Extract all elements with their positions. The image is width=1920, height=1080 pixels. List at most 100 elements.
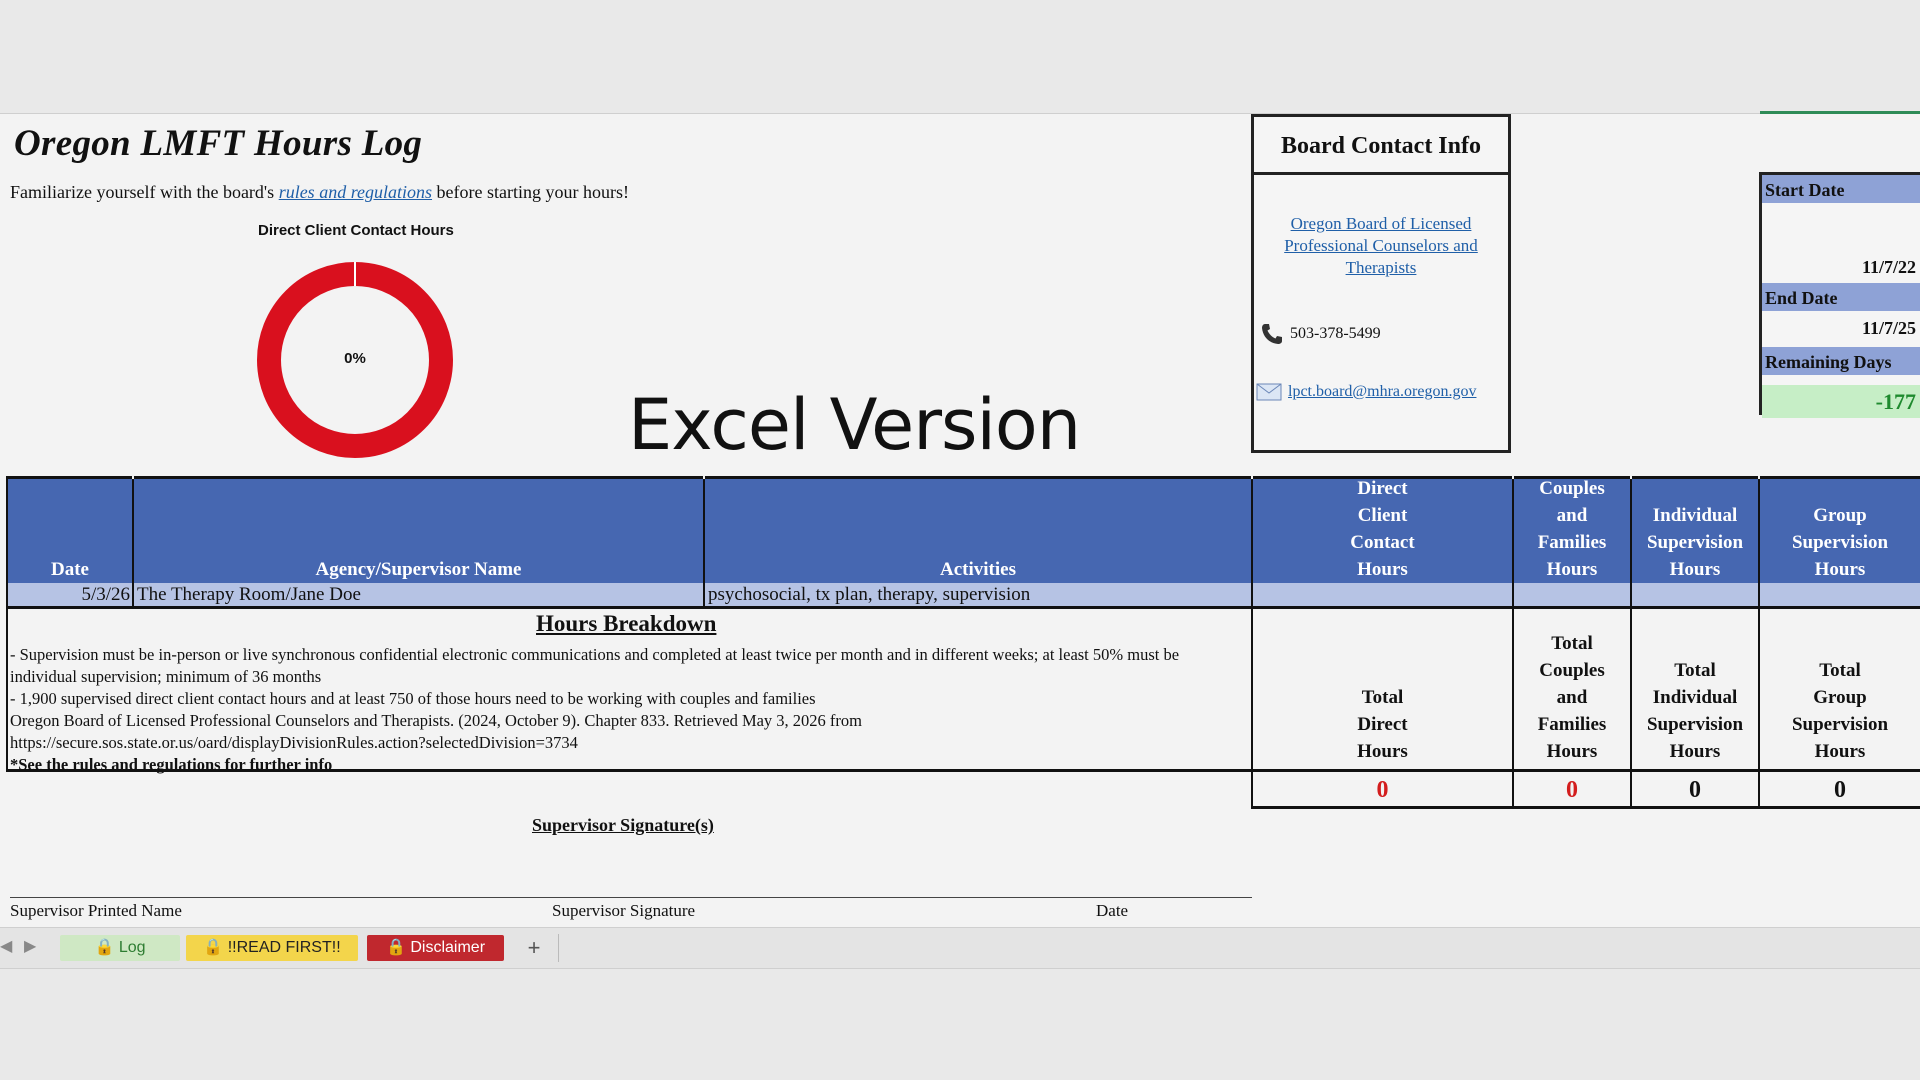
progress-donut-chart: 0% [257,262,453,458]
row-date[interactable]: 5/3/26 [8,583,130,606]
header-group-line: Hours [1814,559,1866,580]
prev-sheet-icon[interactable]: ◀ [0,936,12,956]
header-direct-line: Contact [1350,532,1415,553]
row-individual-hours[interactable] [1632,583,1758,606]
row-group-hours[interactable] [1760,583,1920,606]
header-agency-label: Agency/Supervisor Name [315,559,522,580]
next-sheet-icon[interactable]: ▶ [24,936,36,956]
date-summary-box: Start Date 11/7/22 End Date 11/7/25 Rema… [1759,172,1920,418]
envelope-icon [1256,383,1282,401]
row-couples-hours[interactable] [1514,583,1630,606]
total-individual-line: Total [1674,660,1716,681]
total-group-line: Hours [1814,741,1866,762]
chart-title: Direct Client Contact Hours [258,222,454,239]
grid-border [6,476,8,609]
tab-label: !!READ FIRST!! [227,939,341,956]
lock-icon: 🔒 [203,939,224,956]
total-individual-value: 0 [1689,777,1701,803]
total-individual-label: Total Individual Supervision Hours [1632,609,1758,769]
header-group-line: Supervision [1791,532,1889,553]
lock-icon: 🔒 [94,939,115,956]
header-individual-line: Individual [1652,505,1738,526]
total-group-line: Group [1813,687,1867,708]
header-couples-hours: Couples and Families Hours [1514,476,1630,583]
total-group-value: 0 [1834,777,1846,803]
add-sheet-button[interactable]: + [520,935,548,961]
total-direct-label: Total Direct Hours [1253,609,1512,769]
header-couples-line: and [1556,505,1588,526]
header-activities-label: Activities [940,559,1016,580]
remaining-days-value: -177 [1762,385,1920,418]
breakdown-line: - 1,900 supervised direct client contact… [10,689,816,708]
header-couples-line: Families [1537,532,1607,553]
breakdown-line: Oregon Board of Licensed Professional Co… [10,711,863,752]
board-contact-box: Board Contact Info Oregon Board of Licen… [1251,114,1511,453]
header-couples-line: Couples [1539,478,1605,499]
tab-disclaimer[interactable]: 🔒 Disclaimer [367,935,504,961]
board-phone-number: 503-378-5499 [1290,325,1381,342]
rules-link[interactable]: rules and regulations [279,182,432,202]
end-date-label: End Date [1762,283,1920,311]
tab-read-first[interactable]: 🔒 !!READ FIRST!! [186,935,358,961]
board-email[interactable]: lpct.board@mhra.oregon.gov [1256,383,1476,401]
total-direct-line: Hours [1357,741,1408,762]
spreadsheet-grid[interactable]: Oregon LMFT Hours Log Familiarize yourse… [0,111,1920,969]
board-website-link[interactable]: Oregon Board of Licensed Professional Co… [1264,213,1498,279]
signature-line [10,897,1252,898]
header-couples-line: Hours [1546,559,1598,580]
total-direct-value: 0 [1376,777,1389,803]
total-couples-line: and [1556,687,1588,708]
total-individual-line: Supervision [1646,714,1744,735]
total-couples-line: Families [1537,714,1607,735]
grid-border [6,609,8,772]
lock-icon: 🔒 [385,939,406,956]
board-email-address[interactable]: lpct.board@mhra.oregon.gov [1288,383,1476,401]
excel-version-watermark: Excel Version [628,384,1081,466]
total-couples-label: Total Couples and Families Hours [1514,609,1630,769]
breakdown-line: - Supervision must be in-person or live … [10,645,1180,686]
table-row[interactable]: 5/3/26 The Therapy Room/Jane Doe psychos… [8,583,1920,609]
row-direct-hours[interactable] [1253,583,1512,606]
tab-label: Log [118,939,146,956]
signature-label: Supervisor Signature [552,901,696,920]
sheet-tab-bar: ◀ ▶ 🔒 Log 🔒 !!READ FIRST!! 🔒 Disclaimer … [0,927,1920,969]
end-date-value[interactable]: 11/7/25 [1862,318,1916,339]
header-direct-line: Direct [1357,478,1408,499]
header-agency: Agency/Supervisor Name [134,476,703,583]
total-individual-line: Hours [1669,741,1721,762]
header-group-line: Group [1813,505,1867,526]
tab-log[interactable]: 🔒 Log [60,935,180,961]
total-couples-line: Couples [1539,660,1605,681]
donut-center-label: 0% [344,350,366,367]
header-individual-hours: Individual Supervision Hours [1632,476,1758,583]
header-date: Date [8,476,132,583]
tab-divider [558,934,559,962]
page-title: Oregon LMFT Hours Log [14,123,423,164]
date-label: Date [1096,901,1129,920]
row-agency[interactable]: The Therapy Room/Jane Doe [137,583,702,606]
grid-border [132,479,134,606]
total-direct-line: Direct [1357,714,1408,735]
header-direct-line: Hours [1357,559,1408,580]
phone-icon [1262,324,1282,344]
intro-text: Familiarize yourself with the board's ru… [10,182,629,203]
intro-after: before starting your hours! [432,182,629,202]
header-group-hours: Group Supervision Hours [1760,476,1920,583]
header-activities: Activities [705,476,1251,583]
tab-label: Disclaimer [410,939,486,956]
total-group-label: Total Group Supervision Hours [1760,609,1920,769]
remaining-days-label: Remaining Days [1762,347,1920,375]
board-contact-title: Board Contact Info [1254,117,1508,175]
header-individual-line: Supervision [1646,532,1744,553]
intro-before: Familiarize yourself with the board's [10,182,279,202]
total-couples-value: 0 [1566,777,1578,803]
total-direct-line: Total [1361,687,1404,708]
start-date-value[interactable]: 11/7/22 [1862,257,1916,278]
total-couples-line: Total [1551,633,1593,654]
breakdown-line: *See the rules and regulations for furth… [10,755,333,774]
header-direct-line: Client [1357,505,1408,526]
total-individual-line: Individual [1652,687,1738,708]
board-phone: 503-378-5499 [1260,322,1381,346]
row-activities[interactable]: psychosocial, tx plan, therapy, supervis… [708,583,1248,606]
selected-cell-border [1760,111,1920,114]
